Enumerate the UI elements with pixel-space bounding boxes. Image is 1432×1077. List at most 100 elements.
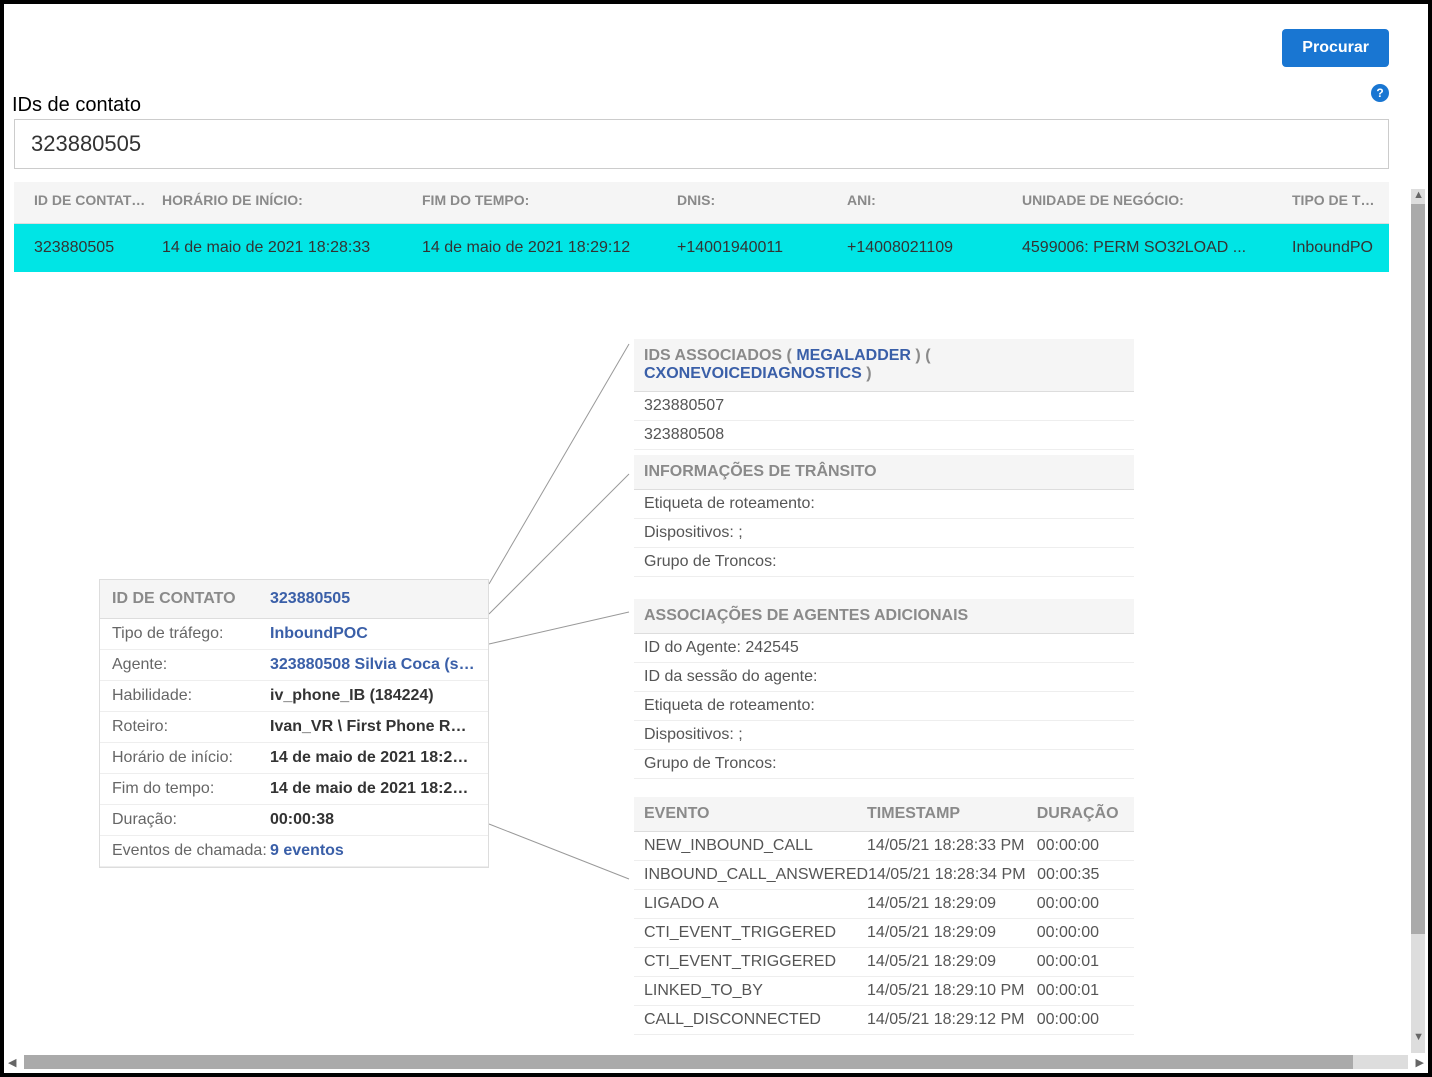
agent-row: Etiqueta de roteamento: <box>634 692 1134 721</box>
cell-dnis: +14001940011 <box>669 239 839 257</box>
assoc-id-row: 323880507 <box>634 392 1134 421</box>
megaladder-link[interactable]: MEGALADDER <box>796 347 911 364</box>
detail-row-value: 00:00:38 <box>270 811 476 829</box>
event-row: LIGADO A14/05/21 18:29:0900:00:00 <box>634 890 1134 919</box>
event-duration: 00:00:00 <box>1037 895 1124 913</box>
detail-row-value: 14 de maio de 2021 18:28:... <box>270 749 476 767</box>
event-name: CTI_EVENT_TRIGGERED <box>644 953 867 971</box>
agent-row: Grupo de Troncos: <box>634 750 1134 779</box>
detail-row-value[interactable]: 9 eventos <box>270 842 476 860</box>
detail-row: Duração:00:00:38 <box>100 805 488 836</box>
timestamp-col-header: TIMESTAMP <box>867 805 1037 823</box>
scroll-up-icon[interactable]: ▲ <box>1413 189 1424 201</box>
detail-row: Habilidade:iv_phone_IB (184224) <box>100 681 488 712</box>
cell-traffic: InboundPO <box>1284 239 1384 257</box>
event-row: NEW_INBOUND_CALL14/05/21 18:28:33 PM00:0… <box>634 832 1134 861</box>
table-header-row: ID DE CONTATO: HORÁRIO DE INÍCIO: FIM DO… <box>14 182 1389 224</box>
col-header-id[interactable]: ID DE CONTATO: <box>14 192 154 208</box>
table-row[interactable]: 323880505 14 de maio de 2021 18:28:33 14… <box>14 224 1389 272</box>
detail-row: Agente:323880508 Silvia Coca (sil... <box>100 650 488 681</box>
event-row: LINKED_TO_BY14/05/21 18:29:10 PM00:00:01 <box>634 977 1134 1006</box>
transit-row: Grupo de Troncos: <box>634 548 1134 577</box>
agent-row: ID da sessão do agente: <box>634 663 1134 692</box>
col-header-ani[interactable]: ANI: <box>839 192 1014 208</box>
event-timestamp: 14/05/21 18:29:09 <box>867 895 1037 913</box>
results-table: ID DE CONTATO: HORÁRIO DE INÍCIO: FIM DO… <box>14 182 1389 272</box>
event-col-header: EVENTO <box>644 805 867 823</box>
event-duration: 00:00:01 <box>1037 953 1124 971</box>
detail-row-label: Tipo de tráfego: <box>112 625 270 643</box>
transit-row: Dispositivos: ; <box>634 519 1134 548</box>
scroll-right-icon[interactable]: ▶ <box>1416 1056 1424 1069</box>
col-header-end[interactable]: FIM DO TEMPO: <box>414 192 669 208</box>
event-name: NEW_INBOUND_CALL <box>644 837 867 855</box>
vertical-scrollbar-thumb[interactable] <box>1411 204 1425 934</box>
detail-row: Eventos de chamada:9 eventos <box>100 836 488 867</box>
assoc-ids-title: IDS ASSOCIADOS <box>644 347 782 364</box>
detail-row-value: iv_phone_IB (184224) <box>270 687 476 705</box>
event-name: LINKED_TO_BY <box>644 982 867 1000</box>
scroll-down-icon[interactable]: ▼ <box>1413 1031 1424 1043</box>
event-timestamp: 14/05/21 18:28:34 PM <box>868 866 1037 884</box>
event-name: INBOUND_CALL_ANSWERED <box>644 866 868 884</box>
detail-header-value[interactable]: 323880505 <box>270 590 350 608</box>
detail-row-label: Eventos de chamada: <box>112 842 270 860</box>
events-section: EVENTO TIMESTAMP DURAÇÃO NEW_INBOUND_CAL… <box>634 797 1134 1035</box>
event-duration: 00:00:00 <box>1037 837 1124 855</box>
detail-row-value: 14 de maio de 2021 18:29:... <box>270 780 476 798</box>
col-header-dnis[interactable]: DNIS: <box>669 192 839 208</box>
detail-row-value[interactable]: InboundPOC <box>270 625 476 643</box>
detail-row: Horário de início:14 de maio de 2021 18:… <box>100 743 488 774</box>
col-header-traffic[interactable]: TIPO DE TRÁFEGO: <box>1284 192 1384 208</box>
event-duration: 00:00:00 <box>1037 924 1124 942</box>
event-name: LIGADO A <box>644 895 867 913</box>
event-duration: 00:00:00 <box>1037 1011 1124 1029</box>
event-name: CTI_EVENT_TRIGGERED <box>644 924 867 942</box>
event-timestamp: 14/05/21 18:28:33 PM <box>867 837 1037 855</box>
contact-ids-input[interactable] <box>14 119 1389 169</box>
agent-row: ID do Agente: 242545 <box>634 634 1134 663</box>
detail-row-label: Habilidade: <box>112 687 270 705</box>
assoc-id-row: 323880508 <box>634 421 1134 450</box>
associated-ids-section: IDS ASSOCIADOS ( MEGALADDER ) ( CXONEVOI… <box>634 339 1134 450</box>
col-header-start[interactable]: HORÁRIO DE INÍCIO: <box>154 192 414 208</box>
cell-end: 14 de maio de 2021 18:29:12 <box>414 239 669 257</box>
horizontal-scrollbar-thumb[interactable] <box>24 1055 1353 1069</box>
cell-ani: +14008021109 <box>839 239 1014 257</box>
detail-row-label: Duração: <box>112 811 270 829</box>
duration-col-header: DURAÇÃO <box>1037 805 1124 823</box>
detail-header-label: ID DE CONTATO <box>112 590 270 608</box>
search-button[interactable]: Procurar <box>1282 29 1389 67</box>
contact-detail-card: ID DE CONTATO 323880505 Tipo de tráfego:… <box>99 579 489 868</box>
transit-info-section: INFORMAÇÕES DE TRÂNSITO Etiqueta de rote… <box>634 455 1134 577</box>
event-row: INBOUND_CALL_ANSWERED14/05/21 18:28:34 P… <box>634 861 1134 890</box>
detail-row-value: Ivan_VR \ First Phone Run... <box>270 718 476 736</box>
detail-row-label: Horário de início: <box>112 749 270 767</box>
agent-row: Dispositivos: ; <box>634 721 1134 750</box>
contact-ids-label: IDs de contato <box>12 94 141 117</box>
cell-start: 14 de maio de 2021 18:28:33 <box>154 239 414 257</box>
detail-row-value[interactable]: 323880508 Silvia Coca (sil... <box>270 656 476 674</box>
help-icon[interactable]: ? <box>1371 84 1389 102</box>
event-name: CALL_DISCONNECTED <box>644 1011 867 1029</box>
event-timestamp: 14/05/21 18:29:12 PM <box>867 1011 1037 1029</box>
detail-row: Fim do tempo:14 de maio de 2021 18:29:..… <box>100 774 488 805</box>
event-duration: 00:00:01 <box>1037 982 1124 1000</box>
event-row: CALL_DISCONNECTED14/05/21 18:29:12 PM00:… <box>634 1006 1134 1035</box>
detail-row: Roteiro:Ivan_VR \ First Phone Run... <box>100 712 488 743</box>
detail-row-label: Roteiro: <box>112 718 270 736</box>
event-timestamp: 14/05/21 18:29:09 <box>867 924 1037 942</box>
horizontal-scrollbar[interactable] <box>24 1055 1408 1069</box>
transit-row: Etiqueta de roteamento: <box>634 490 1134 519</box>
agents-title: ASSOCIAÇÕES DE AGENTES ADICIONAIS <box>634 599 1134 634</box>
cxonevoicediagnostics-link[interactable]: CXONEVOICEDIAGNOSTICS <box>644 365 862 382</box>
scroll-left-icon[interactable]: ◀ <box>8 1056 16 1069</box>
col-header-bu[interactable]: UNIDADE DE NEGÓCIO: <box>1014 192 1284 208</box>
detail-row-label: Agente: <box>112 656 270 674</box>
event-duration: 00:00:35 <box>1037 866 1124 884</box>
transit-title: INFORMAÇÕES DE TRÂNSITO <box>634 455 1134 490</box>
event-row: CTI_EVENT_TRIGGERED14/05/21 18:29:0900:0… <box>634 948 1134 977</box>
event-timestamp: 14/05/21 18:29:10 PM <box>867 982 1037 1000</box>
detail-row: Tipo de tráfego:InboundPOC <box>100 619 488 650</box>
agent-associations-section: ASSOCIAÇÕES DE AGENTES ADICIONAIS ID do … <box>634 599 1134 779</box>
